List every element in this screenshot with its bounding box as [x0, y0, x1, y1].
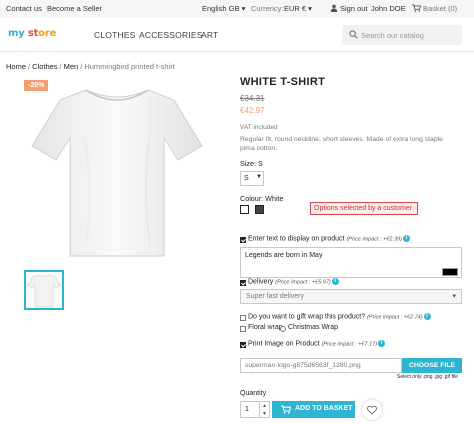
cart-icon [281, 405, 291, 414]
wishlist-button[interactable] [362, 400, 382, 420]
discount-badge: -20% [24, 80, 49, 91]
heart-icon [367, 405, 377, 415]
giftwrap-checkbox[interactable] [240, 315, 246, 321]
info-icon[interactable]: i [331, 278, 339, 285]
regular-price: €34.31 [240, 94, 265, 103]
chevron-down-icon[interactable]: ▼ [260, 410, 269, 418]
choose-file-button[interactable]: CHOOSE FILE [402, 358, 462, 373]
info-icon[interactable]: i [402, 235, 410, 242]
product-image[interactable] [24, 76, 210, 262]
quantity-label: Quantity [240, 390, 267, 397]
colour-label: Colour: White [240, 194, 284, 203]
search-icon[interactable] [349, 30, 358, 39]
giftwrap-label: Do you want to gift wrap this product? (… [248, 313, 431, 320]
breadcrumb-men[interactable]: Men [64, 62, 79, 71]
sign-out-link[interactable]: Sign out [340, 4, 368, 13]
search-input[interactable] [361, 28, 457, 42]
text-option-checkbox[interactable] [240, 237, 246, 243]
custom-text-field[interactable]: Legends are born in May [240, 247, 462, 278]
breadcrumb-home[interactable]: Home [6, 62, 26, 71]
quantity-stepper[interactable]: ▲ ▼ [260, 401, 270, 418]
info-icon[interactable]: i [378, 340, 386, 347]
currency-selector[interactable]: EUR € ▾ [284, 4, 312, 13]
text-color-picker[interactable] [442, 268, 458, 276]
annotation-callout: Options selected by a customer [310, 202, 418, 215]
top-bar: Contact us Become a Seller English GB ▾ … [0, 0, 474, 18]
breadcrumb: Home / Clothes / Men / Hummingbird printed t-s… [6, 62, 175, 71]
chevron-up-icon[interactable]: ▲ [260, 402, 269, 410]
site-header: my store CLOTHES ACCESSORIES ART [0, 18, 474, 52]
product-thumbnail[interactable] [24, 270, 64, 310]
floral-wrap-radio[interactable] [240, 326, 246, 332]
user-name-link[interactable]: John DOE [371, 4, 406, 13]
chevron-down-icon: ▾ [452, 293, 456, 300]
breadcrumb-current: Hummingbird printed t-shirt [84, 62, 175, 71]
tshirt-image [31, 89, 203, 257]
tax-label: VAT included [240, 124, 278, 131]
contact-link[interactable]: Contact us [6, 4, 42, 13]
become-seller-link[interactable]: Become a Seller [47, 4, 102, 13]
info-icon[interactable]: i [423, 313, 431, 320]
size-select[interactable]: S ▼ [240, 171, 264, 186]
text-option-label: Enter text to display on product (Price … [248, 235, 410, 242]
quantity-input[interactable]: 1 [240, 401, 260, 418]
caret-down-icon: ▼ [256, 174, 262, 180]
user-icon [330, 4, 338, 12]
nav-art[interactable]: ART [201, 30, 218, 40]
christmas-wrap-label: Christmas Wrap [288, 324, 339, 331]
print-image-checkbox[interactable] [240, 342, 246, 348]
size-label: Size: S [240, 159, 263, 168]
current-price: €42.97 [240, 106, 265, 115]
delivery-select[interactable]: Super fast delivery ▾ [240, 289, 462, 304]
colour-swatch-white[interactable] [240, 205, 249, 214]
christmas-wrap-radio[interactable] [280, 326, 286, 332]
breadcrumb-clothes[interactable]: Clothes [32, 62, 57, 71]
delivery-label: Delivery (Price impact : +€5.97) i [248, 278, 339, 285]
search-box [342, 25, 462, 45]
print-image-label: Print Image on Product (Price impact : +… [248, 340, 386, 347]
delivery-checkbox[interactable] [240, 280, 246, 286]
cart-icon [412, 4, 421, 12]
nav-clothes[interactable]: CLOTHES [94, 30, 136, 40]
logo[interactable]: my store [8, 28, 56, 39]
basket-link[interactable]: Basket (0) [423, 4, 457, 13]
add-to-basket-button[interactable]: ADD TO BASKET [272, 401, 355, 418]
colour-swatch-black[interactable] [255, 205, 264, 214]
language-selector[interactable]: English GB ▾ [202, 4, 245, 13]
currency-label: Currency: [251, 4, 284, 13]
file-hint: Select only .png .jpg .gif file [397, 374, 458, 380]
nav-accessories[interactable]: ACCESSORIES [139, 30, 203, 40]
file-name-field[interactable]: superman-logo-g875d6563f_1280.png [240, 358, 402, 373]
floral-wrap-label: Floral wrap [248, 324, 283, 331]
product-title: WHITE T-SHIRT [240, 76, 326, 88]
tshirt-thumbnail-image [27, 274, 61, 308]
product-description: Regular fit, round neckline, short sleev… [240, 136, 443, 152]
